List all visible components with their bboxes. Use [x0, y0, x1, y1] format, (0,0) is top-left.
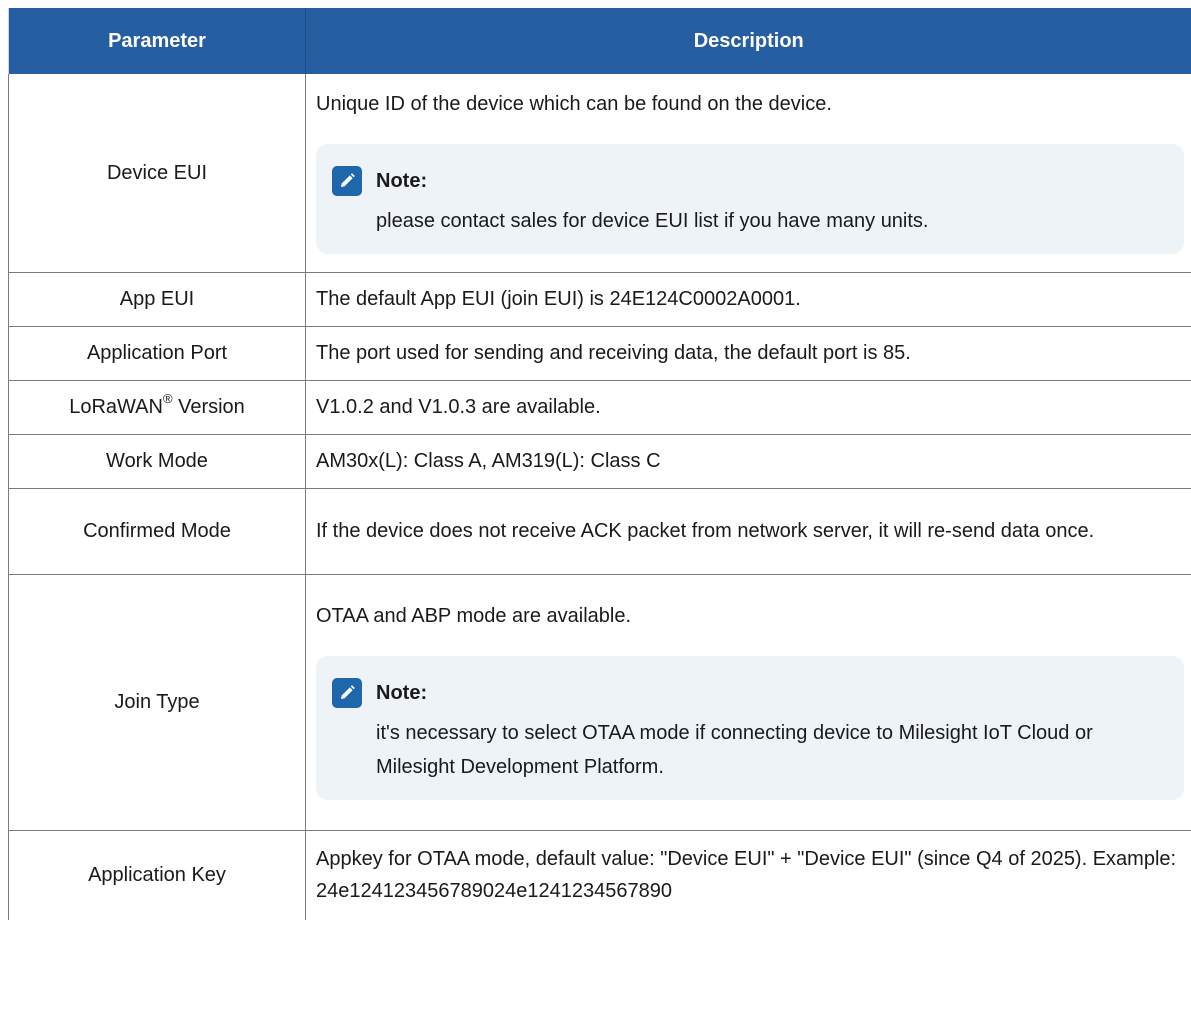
parameter-table: Parameter Description Device EUI Unique …	[8, 8, 1191, 920]
desc-cell: Unique ID of the device which can be fou…	[305, 74, 1191, 273]
note-text: it's necessary to select OTAA mode if co…	[376, 722, 1093, 778]
pencil-note-icon	[332, 678, 362, 708]
table-row: Join Type OTAA and ABP mode are availabl…	[8, 574, 1191, 831]
table-row: Device EUI Unique ID of the device which…	[8, 74, 1191, 273]
desc-cell: If the device does not receive ACK packe…	[305, 488, 1191, 575]
param-cell: LoRaWAN® Version	[8, 380, 306, 435]
header-description: Description	[305, 8, 1191, 74]
note-title: Note:	[376, 682, 428, 704]
param-cell: Application Port	[8, 326, 306, 381]
table-row: Application Port The port used for sendi…	[8, 326, 1191, 381]
note-title: Note:	[376, 169, 428, 192]
desc-text: Unique ID of the device which can be fou…	[316, 92, 832, 115]
table-row: Confirmed Mode If the device does not re…	[8, 488, 1191, 575]
desc-cell: Appkey for OTAA mode, default value: "De…	[316, 848, 1177, 903]
table-row: Application Key Appkey for OTAA mode, de…	[8, 830, 1191, 920]
param-cell: Device EUI	[8, 74, 306, 273]
param-cell: Confirmed Mode	[8, 488, 306, 575]
desc-text: OTAA and ABP mode are available.	[316, 605, 632, 627]
table-row: App EUI The default App EUI (join EUI) i…	[8, 272, 1191, 327]
param-cell: Join Type	[8, 574, 306, 831]
header-parameter: Parameter	[8, 8, 306, 74]
table-row: LoRaWAN® Version V1.0.2 and V1.0.3 are a…	[8, 380, 1191, 435]
param-tail: Version	[172, 396, 245, 418]
param-cell: App EUI	[8, 272, 306, 327]
desc-cell: The port used for sending and receiving …	[305, 326, 1191, 381]
param-cell: Application Key	[8, 830, 306, 920]
table-row: Work Mode AM30x(L): Class A, AM319(L): C…	[8, 434, 1191, 489]
pencil-note-icon	[332, 165, 362, 196]
desc-cell: The default App EUI (join EUI) is 24E124…	[305, 272, 1191, 327]
note-text: please contact sales for device EUI list…	[376, 209, 929, 232]
param-cell: Work Mode	[8, 434, 306, 489]
desc-cell: OTAA and ABP mode are available. Note: i…	[305, 574, 1191, 831]
param-main: LoRaWAN	[69, 396, 163, 418]
note-content: Note: please contact sales for device EU…	[376, 166, 929, 238]
desc-cell: V1.0.2 and V1.0.3 are available.	[305, 380, 1191, 435]
registered-mark: ®	[162, 391, 173, 407]
note-content: Note: it's necessary to select OTAA mode…	[376, 678, 1160, 784]
desc-cell: AM30x(L): Class A, AM319(L): Class C	[305, 434, 1191, 489]
table-header-row: Parameter Description	[8, 8, 1191, 74]
note-box: Note: please contact sales for device EU…	[316, 143, 1184, 254]
note-box: Note: it's necessary to select OTAA mode…	[316, 656, 1184, 800]
